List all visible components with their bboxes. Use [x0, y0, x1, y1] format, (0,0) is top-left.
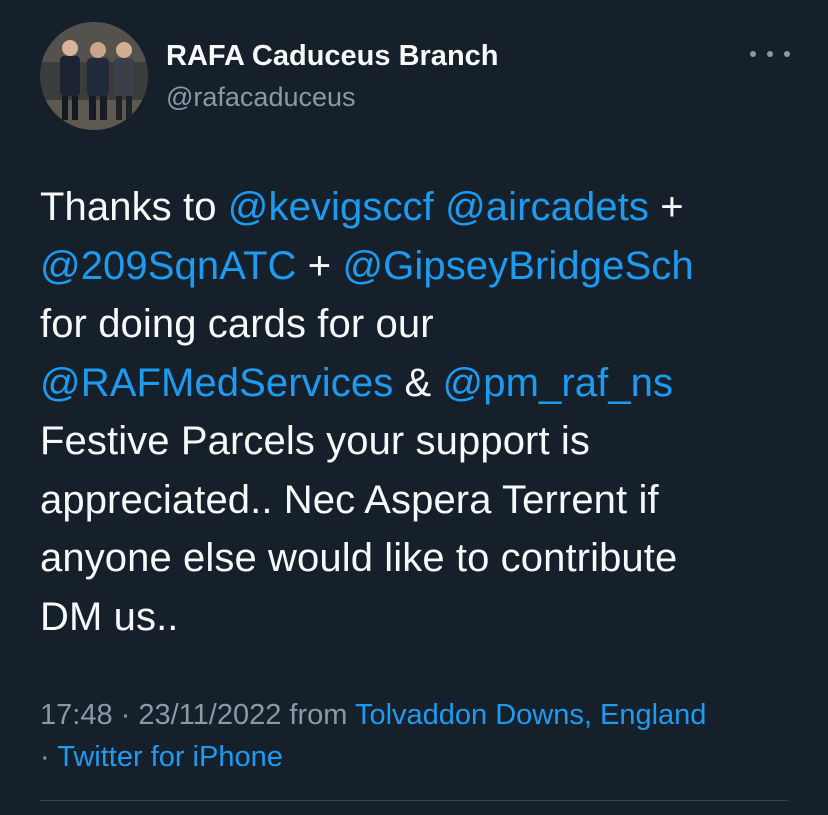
mention-link[interactable]: @kevigsccf: [228, 185, 434, 229]
avatar[interactable]: [40, 22, 148, 130]
tweet-text-segment: DM us..: [40, 594, 179, 639]
tweet-line: Festive Parcels your support is: [40, 412, 800, 471]
group-photo-avatar-icon: [40, 22, 148, 130]
tweet-text-segment: Festive Parcels your support is: [40, 419, 590, 463]
more-horizontal-icon: [750, 51, 756, 57]
mention-link[interactable]: @RAFMedServices: [40, 361, 393, 405]
tweet-line: anyone else would like to contribute: [40, 529, 800, 588]
tweet-text-segment: +: [649, 185, 684, 229]
tweet-text: Thanks to @kevigsccf @aircadets + @209Sqn…: [40, 178, 800, 646]
tweet-text-segment: anyone else would like to contribute: [40, 536, 678, 580]
mention-link[interactable]: @GipseyBridgeSch: [342, 244, 693, 288]
tweet-line: Thanks to @kevigsccf @aircadets +: [40, 178, 800, 237]
mention-link[interactable]: @pm_raf_ns: [443, 361, 674, 405]
tweet-text-segment: +: [296, 243, 343, 288]
tweet-header: RAFA Caduceus Branch @rafacaduceus: [40, 22, 790, 132]
tweet-time[interactable]: 17:48: [40, 699, 113, 731]
tweet-line: DM us..: [40, 588, 800, 647]
meta-separator: ·: [112, 699, 139, 731]
tweet-date[interactable]: 23/11/2022: [138, 699, 281, 731]
author-name[interactable]: RAFA Caduceus Branch: [166, 40, 499, 73]
tweet-text-segment: [434, 185, 445, 229]
tweet-line: for doing cards for our: [40, 295, 800, 354]
mention-link[interactable]: @209SqnATC: [40, 244, 297, 288]
tweet-line: @RAFMedServices & @pm_raf_ns: [40, 354, 800, 413]
tweet-metadata: 17:48 · 23/11/2022 from Tolvaddon Downs,…: [40, 694, 800, 778]
tweet-text-segment: for doing cards for our: [40, 302, 434, 346]
from-label: from: [281, 699, 355, 731]
tweet-text-segment: appreciated.. Nec Aspera Terrent if: [40, 477, 659, 522]
tweet-line: @209SqnATC + @GipseyBridgeSch: [40, 237, 800, 296]
tweet-line: appreciated.. Nec Aspera Terrent if: [40, 471, 800, 530]
more-horizontal-icon: [784, 51, 790, 57]
location-link[interactable]: Tolvaddon Downs, England: [355, 699, 706, 731]
tweet-text-segment: Thanks to: [40, 185, 228, 229]
source-link[interactable]: Twitter for iPhone: [57, 741, 283, 773]
author-handle[interactable]: @rafacaduceus: [166, 82, 356, 113]
more-options-button[interactable]: [750, 44, 790, 64]
divider: [40, 800, 788, 801]
more-horizontal-icon: [767, 51, 773, 57]
tweet-text-segment: &: [393, 360, 443, 405]
mention-link[interactable]: @aircadets: [445, 185, 649, 229]
meta-separator: ·: [40, 741, 58, 773]
